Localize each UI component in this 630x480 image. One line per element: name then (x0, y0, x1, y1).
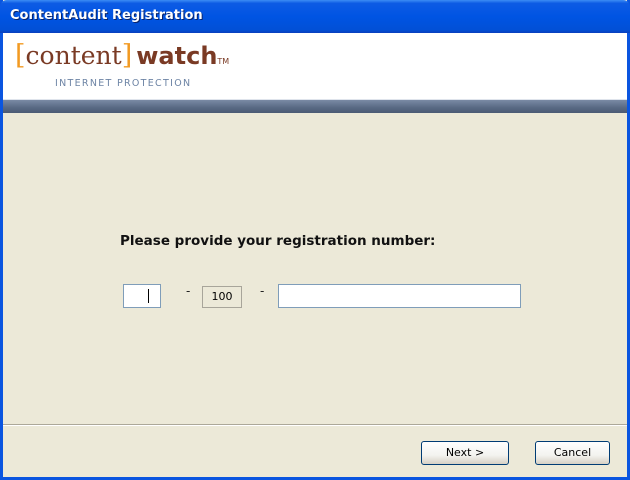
title-bar[interactable]: ContentAudit Registration (0, 0, 630, 33)
logo-watch-text: watch (136, 42, 218, 70)
registration-part2-value: 100 (211, 290, 233, 303)
logo-trademark: TM (217, 57, 230, 66)
footer-divider (3, 424, 627, 426)
header-divider-bar (3, 99, 627, 113)
registration-part2-field: 100 (202, 286, 242, 308)
logo-content-text: content (25, 41, 122, 70)
logo-bracket-open: [ (15, 40, 26, 71)
contentwatch-logo: [content] watchTM (15, 41, 229, 71)
registration-part3-input[interactable] (278, 284, 521, 308)
registration-window: ContentAudit Registration [content] watch… (0, 0, 630, 480)
registration-part1-input[interactable] (123, 284, 161, 308)
registration-prompt: Please provide your registration number: (120, 233, 436, 249)
logo-bracket-close: ] (121, 40, 133, 71)
separator-dash: - (260, 284, 265, 298)
cancel-button[interactable]: Cancel (535, 441, 610, 465)
next-button[interactable]: Next > (421, 441, 509, 465)
separator-dash: - (186, 284, 191, 298)
window-title: ContentAudit Registration (10, 8, 203, 23)
text-caret (148, 289, 149, 303)
logo-tagline: INTERNET PROTECTION (55, 78, 192, 89)
header-banner: [content] watchTM INTERNET PROTECTION (3, 33, 627, 99)
